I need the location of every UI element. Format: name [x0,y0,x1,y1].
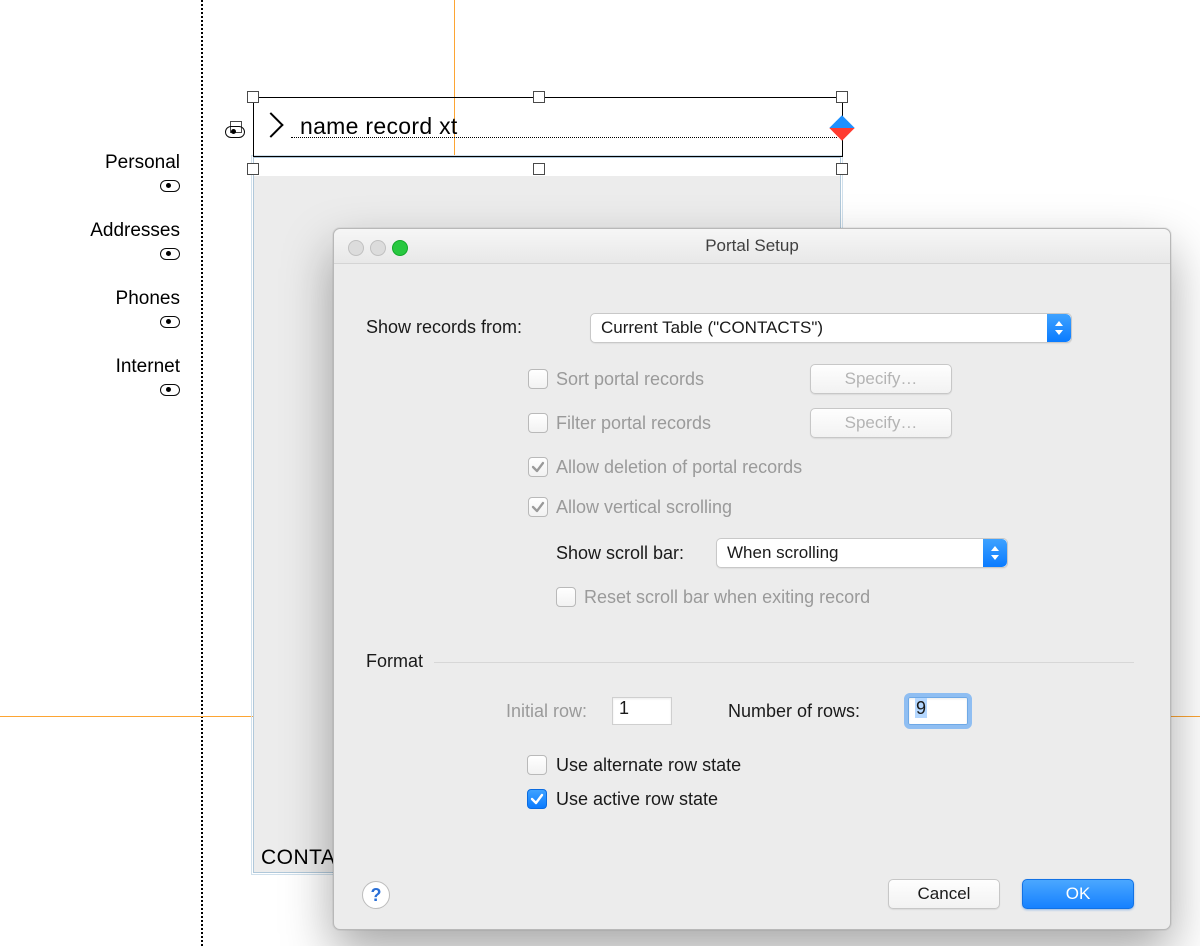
visibility-eye-icon[interactable] [225,126,245,138]
selected-field-object[interactable]: name record xt [236,79,842,175]
select-stepper-icon [983,539,1007,567]
resize-handle[interactable] [836,163,848,175]
filter-records-checkbox [528,413,548,433]
window-close-button[interactable] [348,240,364,256]
btn-label: Specify… [845,369,918,389]
help-icon: ? [371,885,382,906]
btn-label: OK [1066,884,1091,904]
initial-row-value: 1 [619,698,629,718]
active-row-checkbox[interactable] [527,789,547,809]
reset-scrollbar-checkbox [556,587,576,607]
visibility-eye-icon[interactable] [160,248,180,260]
initial-row-input[interactable]: 1 [612,697,672,725]
sort-records-label: Sort portal records [556,369,704,390]
sort-records-checkbox [528,369,548,389]
part-label-phones: Phones [116,288,180,310]
show-records-select[interactable]: Current Table ("CONTACTS") [590,313,1072,343]
allow-deletion-label: Allow deletion of portal records [556,457,802,478]
resize-handle[interactable] [533,91,545,103]
part-label-addresses: Addresses [90,220,180,242]
alternate-row-checkbox[interactable] [527,755,547,775]
sort-specify-button: Specify… [810,364,952,394]
reset-scrollbar-label: Reset scroll bar when exiting record [584,587,870,608]
format-header: Format [366,651,423,672]
num-rows-label: Number of rows: [728,701,860,722]
dialog-titlebar[interactable]: Portal Setup [334,229,1170,264]
field-placeholder-text: name record xt [300,113,458,140]
dialog-title: Portal Setup [705,236,799,255]
btn-label: Cancel [918,884,971,904]
active-row-label: Use active row state [556,789,718,810]
resize-handle[interactable] [533,163,545,175]
scrollbar-label: Show scroll bar: [556,543,684,564]
num-rows-input[interactable]: 9 [908,697,968,725]
help-button[interactable]: ? [362,881,390,909]
visibility-eye-icon[interactable] [160,384,180,396]
cancel-button[interactable]: Cancel [888,879,1000,909]
show-records-value: Current Table ("CONTACTS") [601,318,823,338]
initial-row-label: Initial row: [506,701,587,722]
part-label-internet: Internet [116,356,180,378]
btn-label: Specify… [845,413,918,433]
scrollbar-value: When scrolling [727,543,839,563]
portal-table-label-cutoff: CONTA [261,846,335,870]
section-divider [434,662,1134,663]
resize-handle[interactable] [247,91,259,103]
visibility-eye-icon[interactable] [160,316,180,328]
filter-records-label: Filter portal records [556,413,711,434]
alternate-row-label: Use alternate row state [556,755,741,776]
show-records-label: Show records from: [366,317,522,338]
window-minimize-button[interactable] [370,240,386,256]
ok-button[interactable]: OK [1022,879,1134,909]
select-stepper-icon [1047,314,1071,342]
window-zoom-button[interactable] [392,240,408,256]
portal-setup-dialog: Portal Setup Show records from: Current … [333,228,1171,930]
allow-deletion-checkbox[interactable] [528,457,548,477]
part-label-personal: Personal [105,152,180,174]
visibility-eye-icon[interactable] [160,180,180,192]
resize-handle[interactable] [247,163,259,175]
resize-handle[interactable] [836,91,848,103]
scrollbar-select[interactable]: When scrolling [716,538,1008,568]
allow-scrolling-label: Allow vertical scrolling [556,497,732,518]
layout-ruler-line [201,0,203,946]
num-rows-value: 9 [915,698,927,718]
filter-specify-button: Specify… [810,408,952,438]
allow-scrolling-checkbox[interactable] [528,497,548,517]
